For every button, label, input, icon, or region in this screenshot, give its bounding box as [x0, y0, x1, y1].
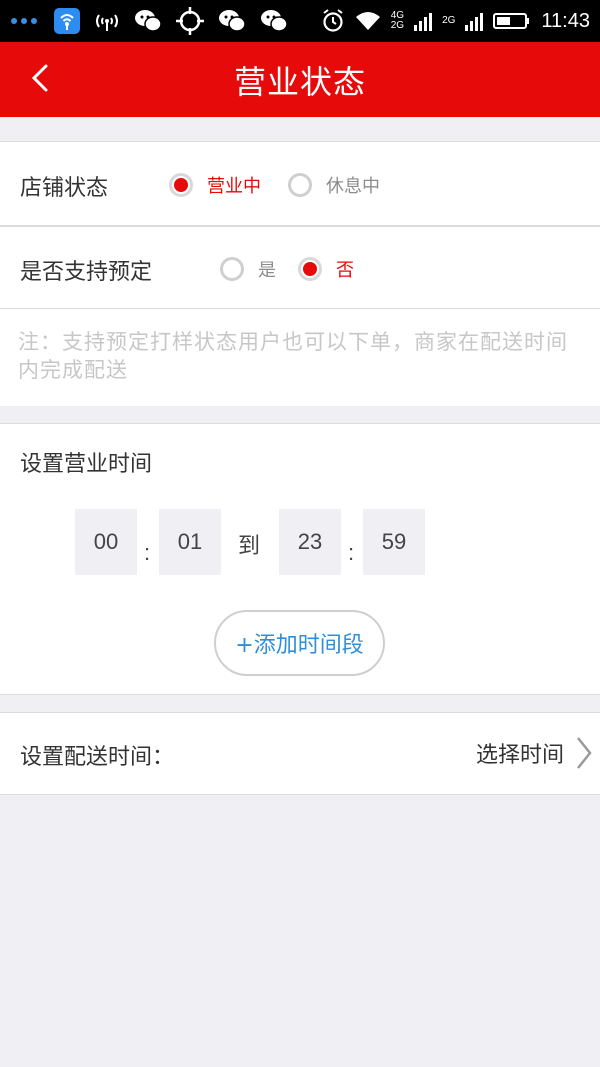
- page-title: 营业状态: [233, 62, 366, 101]
- business-hours-title: 设置营业时间: [20, 452, 153, 477]
- alarm-icon: [321, 8, 345, 34]
- mobile-network-label: 4G 2G: [391, 8, 404, 34]
- delivery-time-label: 设置配送时间：: [20, 745, 175, 770]
- reservation-note: 注：支持预定打样状态用户也可以下单，商家在配送时间内完成配送: [18, 330, 568, 382]
- clock: 11:43: [541, 9, 590, 32]
- network-type-secondary: 2G: [442, 15, 456, 26]
- start-minute-box[interactable]: 01: [159, 509, 221, 575]
- add-time-slot-button[interactable]: +添加时间段: [214, 610, 385, 676]
- store-status-row: 店铺状态 营业中 休息中: [0, 141, 600, 226]
- status-bar: 4G 2G 2G 11:43: [0, 0, 600, 42]
- wifi-hotspot-icon: [54, 8, 80, 34]
- reservation-row: 是否支持预定 是 否: [0, 226, 600, 309]
- status-bar-right: 4G 2G 2G 11:43: [321, 8, 590, 34]
- time-colon: :: [348, 540, 355, 565]
- end-hour-box[interactable]: 23: [279, 509, 341, 575]
- radio-reservation-yes-label: 是: [258, 260, 276, 281]
- time-colon: :: [144, 540, 151, 565]
- radio-store-open[interactable]: 营业中: [169, 172, 261, 198]
- network-type-bottom: 2G: [390, 20, 405, 31]
- store-status-label: 店铺状态: [20, 176, 109, 201]
- wifi-icon: [355, 8, 381, 34]
- radio-selected-icon: [298, 257, 322, 281]
- radio-reservation-no[interactable]: 否: [298, 256, 354, 282]
- delivery-time-value: 选择时间: [475, 743, 564, 768]
- radio-store-resting[interactable]: 休息中: [288, 172, 380, 198]
- reservation-label: 是否支持预定: [20, 260, 153, 285]
- signal-bars-icon: [465, 8, 484, 34]
- start-hour-box[interactable]: 00: [75, 509, 137, 575]
- radio-store-resting-label: 休息中: [326, 176, 380, 197]
- signal-bars-icon: [414, 8, 433, 34]
- crosshair-icon: [176, 7, 204, 35]
- radio-store-open-label: 营业中: [207, 176, 261, 197]
- radio-reservation-yes[interactable]: 是: [220, 256, 276, 282]
- radio-unselected-icon: [288, 173, 312, 197]
- chevron-right-icon: [574, 735, 594, 775]
- radio-reservation-no-label: 否: [336, 260, 354, 281]
- to-label: 到: [238, 534, 261, 559]
- chevron-left-icon: [30, 63, 50, 97]
- wechat-icon: [218, 8, 246, 34]
- back-button[interactable]: [20, 42, 60, 117]
- wechat-icon: [134, 8, 162, 34]
- app-header: 营业状态: [0, 42, 600, 117]
- wechat-icon: [260, 8, 288, 34]
- radio-unselected-icon: [220, 257, 244, 281]
- battery-icon: [493, 8, 531, 34]
- status-bar-left: [10, 7, 288, 35]
- end-minute-box[interactable]: 59: [363, 509, 425, 575]
- radio-selected-icon: [169, 173, 193, 197]
- more-dots-icon: [10, 8, 40, 34]
- signal-icon: [94, 8, 120, 34]
- delivery-time-row[interactable]: 设置配送时间： 选择时间: [0, 712, 600, 795]
